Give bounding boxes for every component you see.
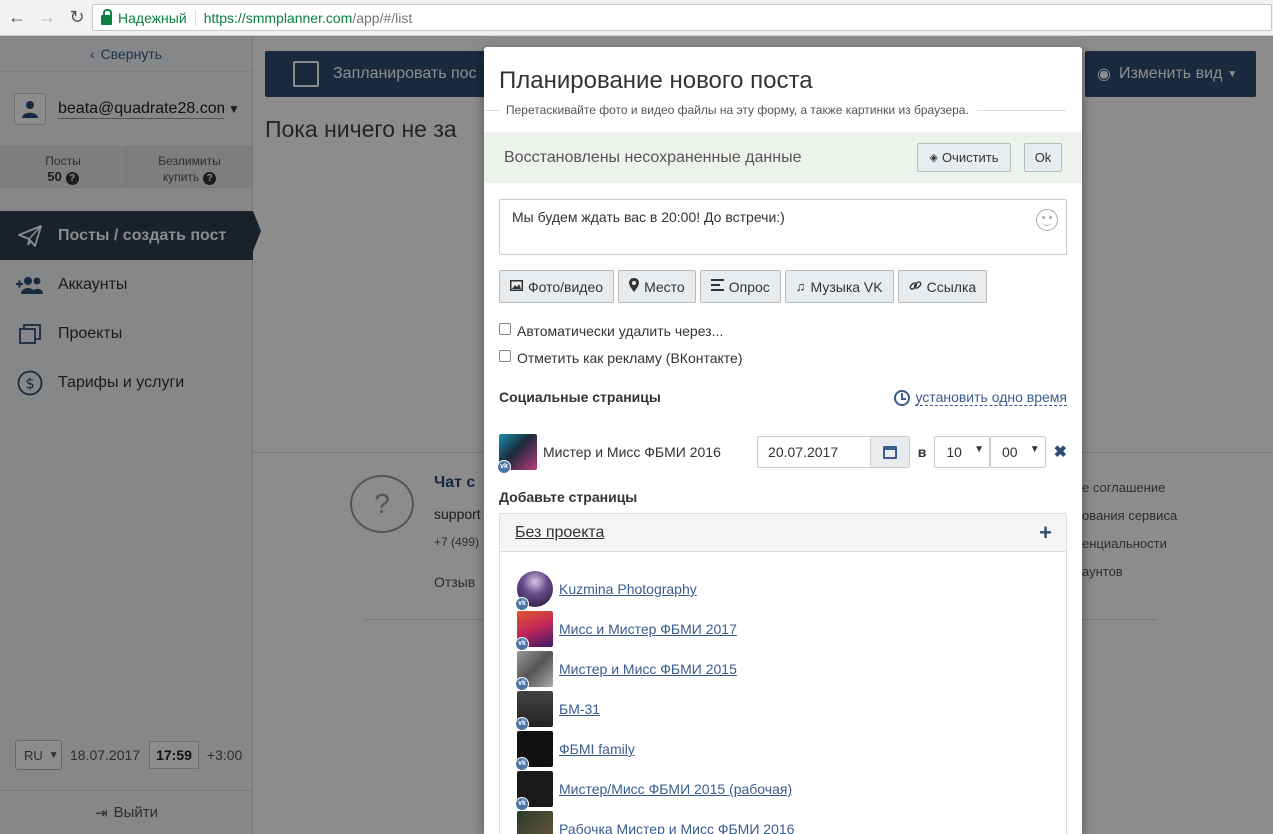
image-icon (510, 279, 523, 294)
tool-label: Музыка VK (810, 278, 883, 295)
page-link[interactable]: Рабочка Мистер и Мисс ФБМИ 2016 (559, 821, 794, 834)
vk-badge-icon: vk (515, 677, 529, 691)
poll-lines-icon (710, 279, 724, 294)
place-button[interactable]: Место (618, 270, 696, 303)
tool-label: Место (644, 278, 685, 295)
minute-value: 00 (1001, 444, 1018, 460)
post-text-value: Мы будем ждать вас в 20:00! До встречи:) (512, 209, 785, 225)
tool-label: Опрос (728, 278, 770, 295)
ok-button[interactable]: Ok (1024, 143, 1062, 172)
photo-video-button[interactable]: Фото/видео (499, 270, 615, 303)
page-link[interactable]: Мисс и Мистер ФБМИ 2017 (559, 621, 737, 637)
project-name[interactable]: Без проекта (515, 524, 604, 542)
project-header[interactable]: Без проекта + (500, 514, 1066, 552)
ad-mark-label: Отметить как рекламу (ВКонтакте) (517, 350, 743, 366)
poll-button[interactable]: Опрос (699, 270, 781, 303)
link-icon (909, 279, 922, 295)
list-item[interactable]: vk Kuzmina Photography (515, 569, 1066, 611)
selected-page-name: Мистер и Мисс ФБМИ 2016 (543, 444, 721, 460)
clear-label: Очистить (941, 150, 999, 165)
post-text-input[interactable]: Мы будем ждать вас в 20:00! До встречи:) (499, 199, 1067, 255)
ad-mark-checkbox[interactable]: Отметить как рекламу (ВКонтакте) (499, 350, 743, 366)
address-bar[interactable]: Надежный https://smmplanner.com /app/#/l… (92, 4, 1272, 31)
calendar-button[interactable] (871, 436, 910, 468)
list-item[interactable]: vk Мистер/Мисс ФБМИ 2015 (рабочая) (515, 769, 1066, 811)
tool-label: Фото/видео (528, 278, 604, 295)
vk-badge-icon: vk (515, 637, 529, 651)
set-one-time-link[interactable]: установить одно время (894, 389, 1067, 406)
caret-down-icon: ▼ (1029, 444, 1040, 455)
page-avatar: vk (515, 771, 553, 811)
attachment-toolbar: Фото/видео Место Опрос ♫ Музыка VK Ссылк… (499, 270, 991, 303)
vk-badge-icon: vk (515, 597, 529, 611)
list-item[interactable]: vk Мисс и Мистер ФБМИ 2017 (515, 609, 1066, 651)
vk-badge-icon: vk (497, 460, 511, 474)
vk-badge-icon: vk (515, 717, 529, 731)
list-item[interactable]: vk ФБМI family (515, 729, 1066, 771)
page-avatar: vk (497, 434, 537, 474)
clock-icon (894, 389, 911, 406)
page-link[interactable]: ФБМI family (559, 741, 635, 757)
modal-title: Планирование нового поста (499, 67, 813, 94)
browser-toolbar: ← → ↻ Надежный https://smmplanner.com /a… (0, 0, 1273, 36)
vk-badge-icon: vk (515, 797, 529, 811)
at-label: в (917, 444, 927, 460)
emoji-icon[interactable] (1036, 209, 1058, 231)
page-link[interactable]: Kuzmina Photography (559, 581, 697, 597)
new-post-modal: Планирование нового поста Перетаскивайте… (484, 47, 1082, 834)
social-pages-title: Социальные страницы (499, 389, 661, 405)
page-link[interactable]: Мистер и Мисс ФБМИ 2015 (559, 661, 737, 677)
back-arrow-icon[interactable]: ← (4, 5, 30, 31)
restore-notice: Восстановлены несохраненные данные ◈ Очи… (484, 132, 1082, 183)
music-note-icon: ♫ (795, 279, 806, 294)
reload-icon[interactable]: ↻ (64, 5, 90, 31)
hour-value: 10 (946, 444, 962, 460)
lock-icon (101, 8, 112, 25)
list-item[interactable]: vk Рабочка Мистер и Мисс ФБМИ 2016 (517, 809, 1066, 834)
drop-hint: Перетаскивайте фото и видео файлы на эту… (484, 103, 1082, 117)
checkbox-box[interactable] (499, 350, 511, 362)
drop-hint-text: Перетаскивайте фото и видео файлы на эту… (506, 103, 969, 117)
checkbox-box[interactable] (499, 323, 511, 335)
hour-select[interactable]: 10 ▼ (934, 436, 990, 468)
secure-label: Надежный (118, 9, 196, 26)
clear-button[interactable]: ◈ Очистить (917, 143, 1011, 172)
eraser-icon: ◈ (929, 152, 938, 164)
pages-list: vk Kuzmina Photography vk Мисс и Мистер … (500, 552, 1066, 834)
page-avatar: vk (515, 611, 553, 651)
page-avatar: vk (515, 571, 553, 611)
set-one-time-label: установить одно время (915, 389, 1067, 406)
page-avatar: vk (515, 651, 553, 691)
page-link[interactable]: БМ-31 (559, 701, 600, 717)
page-avatar: vk (515, 691, 553, 731)
vk-badge-icon: vk (515, 757, 529, 771)
add-pages-title: Добавьте страницы (499, 489, 638, 505)
post-date-input[interactable]: 20.07.2017 (757, 436, 872, 468)
page-avatar: vk (517, 811, 553, 834)
vk-music-button[interactable]: ♫ Музыка VK (784, 270, 894, 303)
minute-select[interactable]: 00 ▼ (989, 436, 1046, 468)
link-button[interactable]: Ссылка (897, 270, 988, 303)
restore-text: Восстановлены несохраненные данные (504, 148, 802, 166)
project-box: Без проекта + vk Kuzmina Photography vk … (499, 513, 1067, 834)
list-item[interactable]: vk БМ-31 (515, 689, 1066, 731)
caret-down-icon: ▼ (974, 444, 984, 455)
page-avatar: vk (515, 731, 553, 771)
calendar-icon (882, 445, 897, 459)
url-host: https://smmplanner.com (203, 9, 353, 26)
tool-label: Ссылка (926, 278, 977, 295)
map-marker-icon (629, 278, 640, 295)
list-item[interactable]: vk Мистер и Мисс ФБМИ 2015 (515, 649, 1066, 691)
remove-page-icon[interactable]: ✖ (1054, 442, 1067, 462)
page-link[interactable]: Мистер/Мисс ФБМИ 2015 (рабочая) (559, 781, 792, 797)
auto-delete-label: Автоматически удалить через... (517, 323, 724, 339)
plus-icon[interactable]: + (1039, 520, 1052, 546)
auto-delete-checkbox[interactable]: Автоматически удалить через... (499, 323, 723, 339)
forward-arrow-icon[interactable]: → (34, 5, 60, 31)
url-path: /app/#/list (352, 9, 413, 26)
selected-page-row: vk Мистер и Мисс ФБМИ 2016 20.07.2017 в … (497, 434, 1067, 474)
